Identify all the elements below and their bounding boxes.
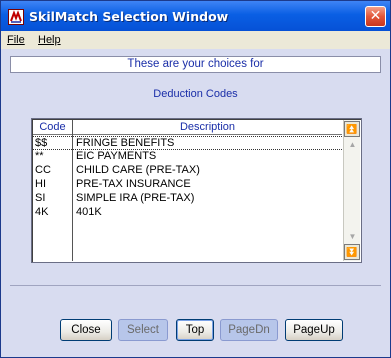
window-title: SkilMatch Selection Window (29, 9, 229, 24)
selection-window: SkilMatch Selection Window ✕ File Help T… (0, 0, 391, 358)
scroll-top-icon: ⏫ (346, 124, 358, 134)
title-bar[interactable]: SkilMatch Selection Window ✕ (1, 1, 390, 31)
menu-file-label: File (7, 34, 25, 46)
menu-file[interactable]: File (7, 34, 25, 46)
close-window-button[interactable]: ✕ (365, 6, 386, 27)
table-row[interactable]: HI PRE-TAX INSURANCE (33, 178, 342, 192)
row-code: 4K (35, 206, 49, 218)
scroll-down-icon[interactable]: ▼ (347, 232, 358, 242)
column-header-description[interactable]: Description (73, 121, 342, 135)
table-row[interactable]: CC CHILD CARE (PRE-TAX) (33, 164, 342, 178)
list-scrollbar[interactable]: ⏫ ▲ ▼ ⏬ (343, 120, 360, 261)
scroll-up-icon[interactable]: ▲ (347, 140, 358, 150)
table-row[interactable]: 4K 401K (33, 206, 342, 220)
row-description: 401K (76, 206, 102, 218)
app-icon (8, 9, 24, 25)
table-row[interactable]: $$ FRINGE BENEFITS (33, 136, 342, 150)
menu-help[interactable]: Help (38, 34, 61, 46)
column-header-code[interactable]: Code (33, 121, 72, 135)
row-code: ** (35, 150, 44, 162)
row-description: FRINGE BENEFITS (76, 137, 175, 149)
row-description: PRE-TAX INSURANCE (76, 178, 191, 190)
menu-help-label: Help (38, 34, 61, 46)
table-row[interactable]: SI SIMPLE IRA (PRE-TAX) (33, 192, 342, 206)
table-row[interactable]: ** EIC PAYMENTS (33, 150, 342, 164)
row-description: EIC PAYMENTS (76, 150, 157, 162)
row-code: $$ (35, 137, 48, 149)
row-code: CC (35, 164, 51, 176)
scroll-bottom-icon: ⏬ (346, 247, 358, 257)
list-subtitle: Deduction Codes (153, 88, 238, 100)
close-icon: ✕ (369, 8, 382, 24)
pageup-button[interactable]: PageUp (285, 319, 343, 341)
pagedn-button[interactable]: PageDn (220, 319, 278, 341)
choices-header: These are your choices for (10, 56, 381, 73)
scroll-top-button[interactable]: ⏫ (344, 121, 360, 137)
scroll-bottom-button[interactable]: ⏬ (344, 244, 360, 260)
row-description: CHILD CARE (PRE-TAX) (76, 164, 200, 176)
select-button[interactable]: Select (118, 319, 168, 341)
menu-bar: File Help (1, 31, 390, 49)
close-button[interactable]: Close (60, 319, 112, 341)
codes-list[interactable]: Code Description $$ FRINGE BENEFITS ** E… (31, 118, 362, 263)
row-description: SIMPLE IRA (PRE-TAX) (76, 192, 195, 204)
row-code: HI (35, 178, 46, 190)
list-content: Code Description $$ FRINGE BENEFITS ** E… (33, 120, 342, 261)
row-code: SI (35, 192, 46, 204)
top-button[interactable]: Top (176, 319, 214, 341)
